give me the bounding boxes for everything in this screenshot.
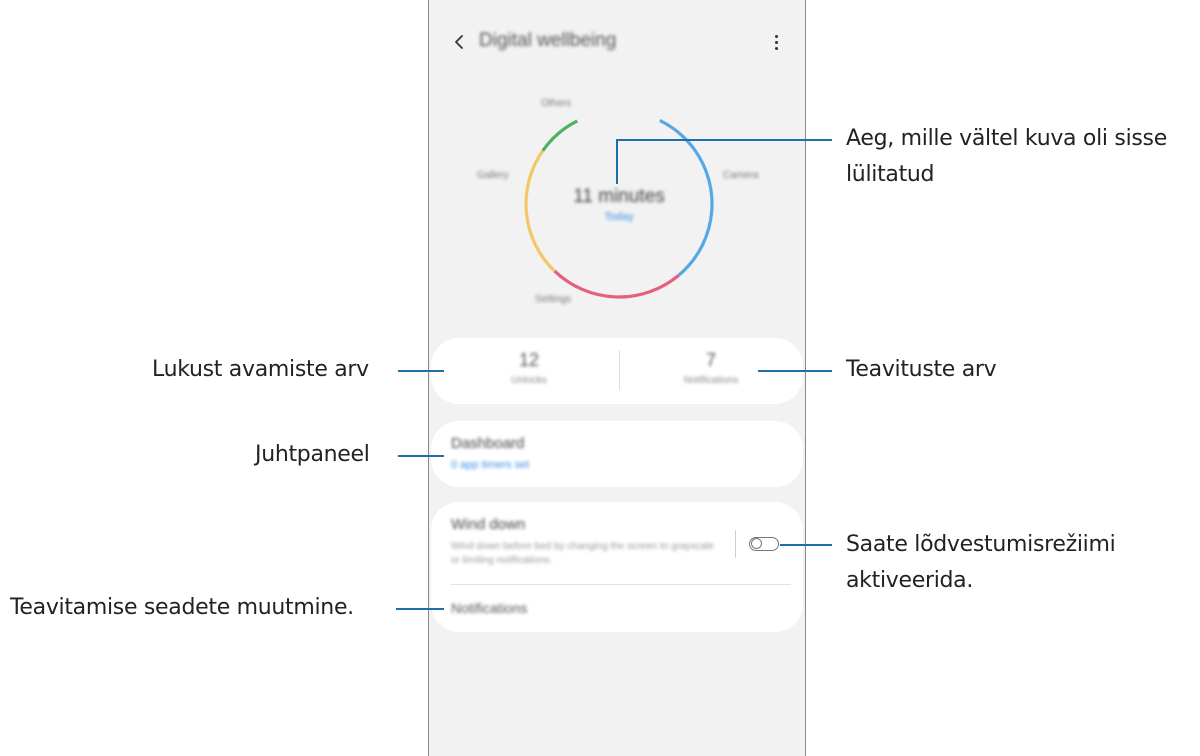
leader-notifications-count — [758, 370, 832, 372]
callout-screen-time-line1: Aeg, mille vältel kuva oli sisse — [846, 126, 1167, 151]
wind-down-title[interactable]: Wind down — [451, 516, 525, 533]
unlocks-value: 12 — [518, 350, 540, 370]
screen-time-sublabel[interactable]: Today — [559, 211, 679, 223]
leader-unlocks — [398, 370, 444, 372]
ring-label-right: Camera — [723, 170, 759, 181]
wind-down-separator — [451, 584, 791, 585]
toggle-knob — [751, 538, 762, 549]
more-vert-icon[interactable] — [767, 30, 787, 54]
wind-down-divider — [735, 530, 736, 558]
dashboard-subtitle: 0 app timers set — [451, 459, 530, 471]
dashboard-card[interactable]: Dashboard 0 app timers set — [431, 421, 803, 487]
notifications-value: 7 — [705, 350, 716, 370]
stats-card: 12 Unlocks 7 Notifications — [431, 338, 803, 404]
leader-wind-down — [780, 544, 832, 546]
ring-label-left: Gallery — [477, 170, 509, 181]
notifications-label: Notifications — [683, 375, 739, 386]
unlocks-label: Unlocks — [511, 375, 547, 386]
callout-notifications-count: Teavituste arv — [846, 357, 997, 382]
callout-dashboard: Juhtpaneel — [255, 442, 370, 467]
screen-time-value: 11 minutes — [573, 186, 665, 207]
phone-screen: Digital wellbeing Others Gallery Camera … — [428, 0, 806, 756]
leader-screen-time-vertical — [616, 139, 618, 184]
wind-down-card: Wind down Wind down before bed by changi… — [431, 502, 803, 632]
stats-divider — [619, 350, 620, 390]
wind-down-description: Wind down before bed by changing the scr… — [451, 541, 714, 566]
app-title: Digital wellbeing — [479, 30, 617, 51]
callout-screen-time-line2: lülitatud — [846, 162, 935, 187]
wind-down-toggle[interactable] — [749, 537, 779, 551]
callout-unlocks: Lukust avamiste arv — [152, 357, 369, 382]
back-arrow-icon[interactable] — [449, 28, 471, 56]
callout-notification-settings: Teavitamise seadete muutmine. — [10, 595, 354, 620]
leader-screen-time-horizontal — [616, 139, 832, 141]
callout-wind-down-line1: Saate lõdvestumisrežiimi — [846, 532, 1116, 557]
leader-notification-settings — [396, 608, 444, 610]
unlocks-stat[interactable]: 12 Unlocks — [439, 338, 619, 386]
leader-dashboard — [398, 455, 444, 457]
notifications-stat[interactable]: 7 Notifications — [621, 338, 801, 386]
dashboard-title: Dashboard — [451, 435, 525, 452]
notifications-settings-item[interactable]: Notifications — [451, 600, 527, 616]
callout-wind-down-line2: aktiveerida. — [846, 568, 974, 593]
